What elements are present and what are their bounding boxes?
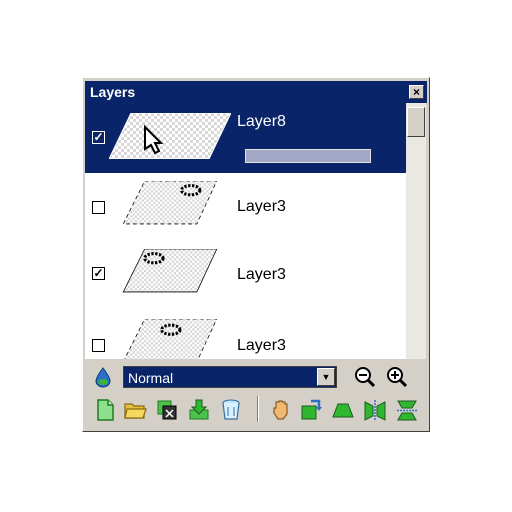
- blend-mode-select[interactable]: Normal ▼: [123, 366, 337, 388]
- vertical-scrollbar[interactable]: [406, 103, 426, 359]
- scrollbar-thumb[interactable]: [407, 107, 425, 137]
- layer-thumbnail: [122, 249, 218, 293]
- flip-horizontal-icon[interactable]: [363, 398, 387, 422]
- layer-thumbnail: [122, 181, 218, 225]
- zoom-in-icon[interactable]: [385, 365, 409, 389]
- flip-vertical-icon[interactable]: [395, 398, 419, 422]
- layer-name: Layer8: [237, 113, 286, 130]
- close-icon: ×: [412, 85, 420, 99]
- trash-icon[interactable]: [219, 398, 243, 422]
- zoom-out-icon[interactable]: [353, 365, 377, 389]
- layer-name: Layer3: [237, 337, 286, 354]
- layer-name: Layer3: [237, 198, 286, 215]
- opacity-bar[interactable]: [245, 149, 371, 163]
- blend-mode-value: Normal: [128, 370, 174, 386]
- layer-name: Layer3: [237, 266, 286, 283]
- hand-icon[interactable]: [269, 398, 293, 422]
- visibility-checkbox[interactable]: [92, 339, 105, 352]
- layer-row[interactable]: Layer3: [85, 173, 406, 243]
- merge-layer-icon[interactable]: [155, 398, 179, 422]
- water-drop-icon[interactable]: [91, 365, 115, 389]
- layer-row[interactable]: ✓ Layer8: [85, 103, 406, 173]
- layer-thumbnail: [124, 319, 218, 359]
- trapezoid-icon[interactable]: [331, 398, 355, 422]
- layer-row[interactable]: Layer3: [85, 313, 406, 359]
- rotate-icon[interactable]: [299, 398, 323, 422]
- open-folder-icon[interactable]: [123, 398, 147, 422]
- panel-title: Layers: [90, 84, 136, 100]
- layer-row[interactable]: ✓ Layer3: [85, 243, 406, 313]
- layers-panel: Layers × ✓ Layer8 Layer3 ✓ Layer3 Layer3…: [82, 77, 430, 432]
- close-button[interactable]: ×: [409, 85, 424, 99]
- blend-toolbar: Normal ▼: [85, 360, 427, 392]
- layer-thumbnail: [109, 113, 231, 159]
- layer-tools-toolbar: [85, 392, 427, 426]
- chevron-down-icon[interactable]: ▼: [317, 368, 335, 386]
- toolbar-separator: [257, 396, 259, 422]
- new-document-icon[interactable]: [93, 398, 117, 422]
- visibility-checkbox[interactable]: ✓: [92, 267, 105, 280]
- import-down-icon[interactable]: [187, 398, 211, 422]
- visibility-checkbox[interactable]: [92, 201, 105, 214]
- layer-list: ✓ Layer8 Layer3 ✓ Layer3 Layer3: [85, 103, 406, 359]
- visibility-checkbox[interactable]: ✓: [92, 131, 105, 144]
- panel-titlebar[interactable]: Layers ×: [85, 81, 427, 103]
